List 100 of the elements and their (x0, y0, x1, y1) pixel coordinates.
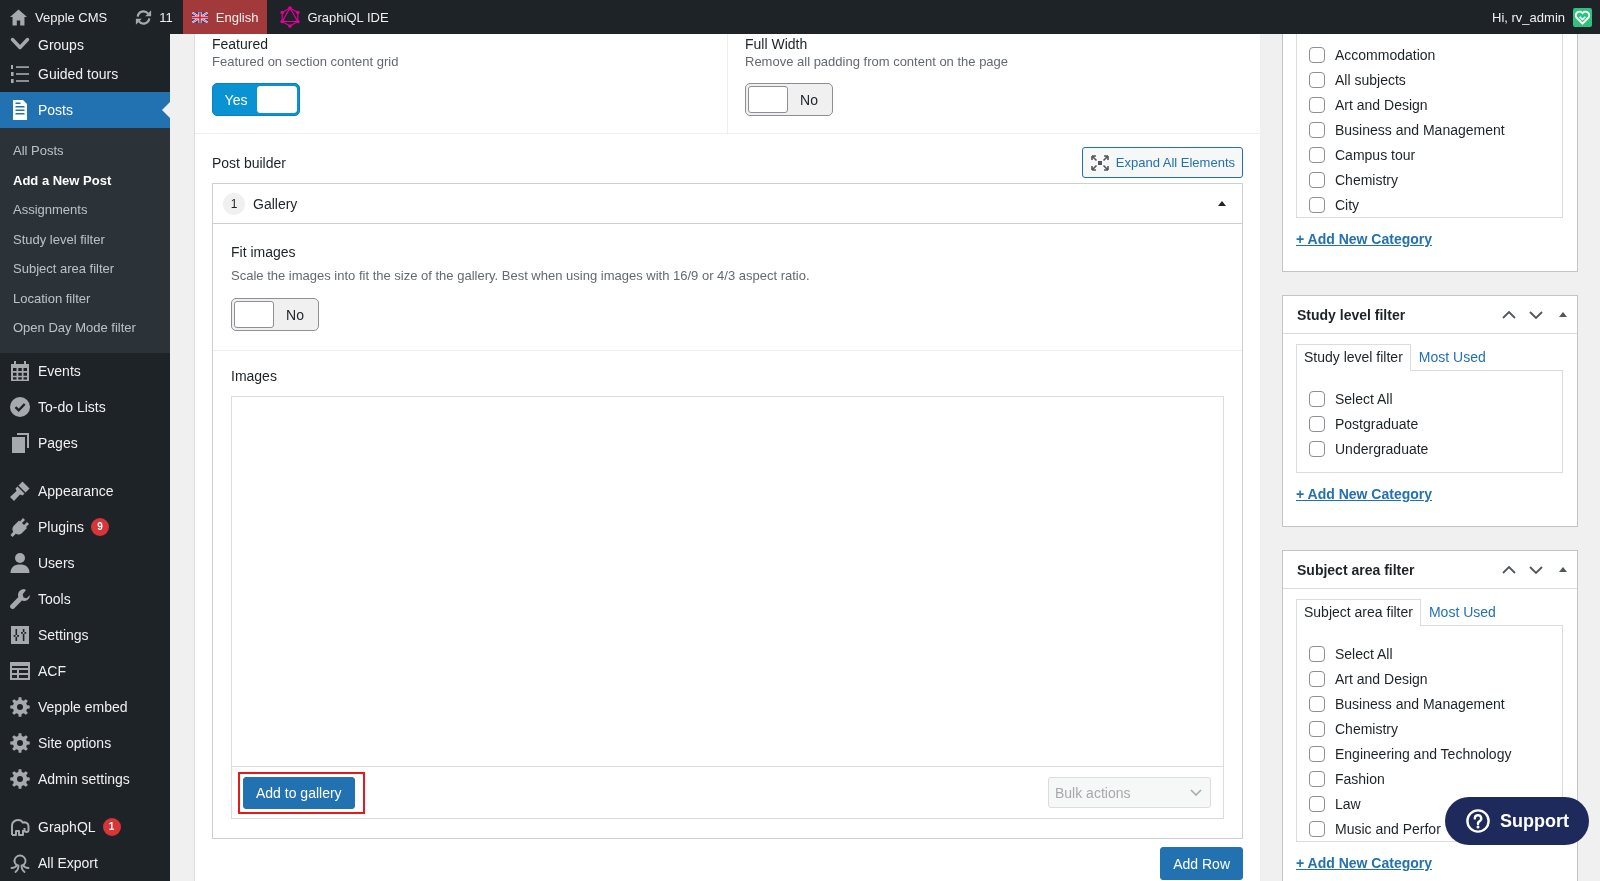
toggle-switch[interactable]: No (745, 83, 833, 116)
panel-title: Study level filter (1297, 306, 1407, 323)
menu-item[interactable]: Guided tours (0, 56, 170, 92)
tab[interactable]: Most Used (1410, 344, 1494, 371)
calendar-icon (10, 360, 30, 381)
chevron-up-icon[interactable] (1502, 310, 1516, 319)
checkbox[interactable] (1309, 46, 1325, 63)
add-to-gallery-button[interactable]: Add to gallery (243, 776, 355, 809)
field-description: Remove all padding from content on the page (745, 54, 1010, 70)
expand-arrows-icon (1090, 154, 1109, 171)
menu-item[interactable]: Events (0, 352, 170, 389)
field-description: Scale the images into fit the size of the gallery. Best when using images with 16/9 or 4/3 aspect ratio. (231, 268, 811, 284)
checkbox[interactable] (1309, 770, 1325, 787)
field-label: Fit images (231, 244, 297, 260)
submenu-item[interactable]: Location filter (0, 283, 170, 313)
menu-item[interactable]: Tools (0, 580, 170, 617)
checkbox[interactable] (1309, 71, 1325, 88)
chevron-up-icon[interactable] (1502, 565, 1516, 574)
wrench-icon (10, 588, 30, 609)
checkbox[interactable] (1309, 171, 1325, 188)
layout-number: 1 (223, 192, 245, 215)
menu-item[interactable]: All Export (0, 844, 170, 881)
menu-item[interactable]: Groups (0, 34, 170, 56)
field-label: Images (231, 368, 278, 384)
menu-item[interactable]: Vepple embed (0, 688, 170, 725)
table-icon (10, 660, 30, 681)
layout-title[interactable]: Gallery (253, 195, 298, 212)
checkbox[interactable] (1309, 745, 1325, 762)
updates-link[interactable]: 11 (127, 0, 181, 34)
checkbox[interactable] (1309, 146, 1325, 163)
site-link[interactable]: Vepple CMS (0, 0, 116, 34)
field-label: Featured (212, 36, 270, 52)
toggle-switch[interactable]: No (231, 298, 319, 331)
menu-item[interactable]: Site options (0, 724, 170, 761)
checkbox[interactable] (1309, 795, 1325, 812)
tab[interactable]: Subject area filter (1296, 599, 1421, 626)
checkbox-label: Chemistry (1335, 171, 1398, 188)
menu-item[interactable]: Pages (0, 424, 170, 461)
count-badge: 1 (102, 817, 121, 836)
menu-item[interactable]: Appearance (0, 472, 170, 509)
pages-icon (10, 432, 30, 453)
heart-avatar-icon (1573, 7, 1592, 27)
checkbox[interactable] (1309, 670, 1325, 687)
add-category-link[interactable]: + Add New Category (1296, 230, 1432, 248)
menu-item[interactable]: ACF (0, 652, 170, 689)
checkbox[interactable] (1309, 720, 1325, 737)
menu-item[interactable]: Users (0, 544, 170, 581)
gear-icon (10, 768, 30, 789)
menu-item[interactable]: Admin settings (0, 760, 170, 797)
hexagon-triangle-icon (279, 6, 302, 28)
check-circle-icon (10, 396, 30, 417)
language-link[interactable]: English (182, 0, 268, 34)
account-link[interactable]: Hi, rv_admin (1484, 0, 1600, 34)
add-category-link[interactable]: + Add New Category (1296, 854, 1432, 872)
graphiql-link[interactable]: GraphiQL IDE (271, 0, 397, 34)
checkbox-label: Fashion (1335, 770, 1385, 787)
submenu-item[interactable]: Open Day Mode filter (0, 313, 170, 343)
submenu-item[interactable]: Assignments (0, 195, 170, 225)
submenu-item[interactable]: Subject area filter (0, 254, 170, 284)
count-badge: 9 (90, 517, 109, 536)
menu-item[interactable]: Plugins 9 (0, 508, 170, 545)
checkbox[interactable] (1309, 121, 1325, 138)
checkbox[interactable] (1309, 695, 1325, 712)
checkbox[interactable] (1309, 645, 1325, 662)
tab[interactable]: Study level filter (1296, 344, 1411, 371)
checkbox[interactable] (1309, 390, 1325, 407)
checkbox-label: Art and Design (1335, 96, 1428, 113)
gear-icon (10, 732, 30, 753)
add-category-link[interactable]: + Add New Category (1296, 485, 1432, 503)
checkbox[interactable] (1309, 415, 1325, 432)
menu-item[interactable]: GraphQL 1 (0, 808, 170, 845)
checkbox[interactable] (1309, 820, 1325, 837)
home-icon (10, 8, 27, 26)
expand-all-button[interactable]: Expand All Elements (1081, 147, 1243, 178)
octopus-icon (10, 852, 30, 873)
support-button[interactable]: Support (1445, 797, 1589, 845)
menu-item[interactable]: Settings (0, 616, 170, 653)
add-row-button[interactable]: Add Row (1160, 847, 1243, 880)
caret-up-icon[interactable] (1559, 312, 1567, 317)
checkbox-label: Engineering and Technology (1335, 745, 1512, 762)
chevron-down-icon[interactable] (1529, 565, 1543, 574)
checkbox[interactable] (1309, 196, 1325, 213)
checkbox[interactable] (1309, 96, 1325, 113)
checkbox[interactable] (1309, 440, 1325, 457)
checkbox-label: Accommodation (1335, 46, 1436, 63)
menu-item[interactable]: To-do Lists (0, 388, 170, 425)
tab[interactable]: Most Used (1420, 599, 1504, 626)
caret-up-icon[interactable] (1218, 201, 1226, 206)
field-label: Full Width (745, 36, 809, 52)
chevron-down-icon[interactable] (1529, 310, 1543, 319)
checkbox-label: Business and Management (1335, 121, 1505, 138)
submenu-item[interactable]: Study level filter (0, 224, 170, 254)
refresh-icon (135, 8, 153, 26)
caret-up-icon[interactable] (1559, 567, 1567, 572)
submenu-item[interactable]: All Posts (0, 136, 170, 166)
submenu-item[interactable]: Add a New Post (0, 165, 170, 195)
menu-item[interactable]: Posts (0, 92, 170, 128)
elephant-icon (10, 816, 30, 837)
checkbox-label: Music and Perfor (1335, 820, 1441, 837)
plug-icon (10, 516, 30, 537)
